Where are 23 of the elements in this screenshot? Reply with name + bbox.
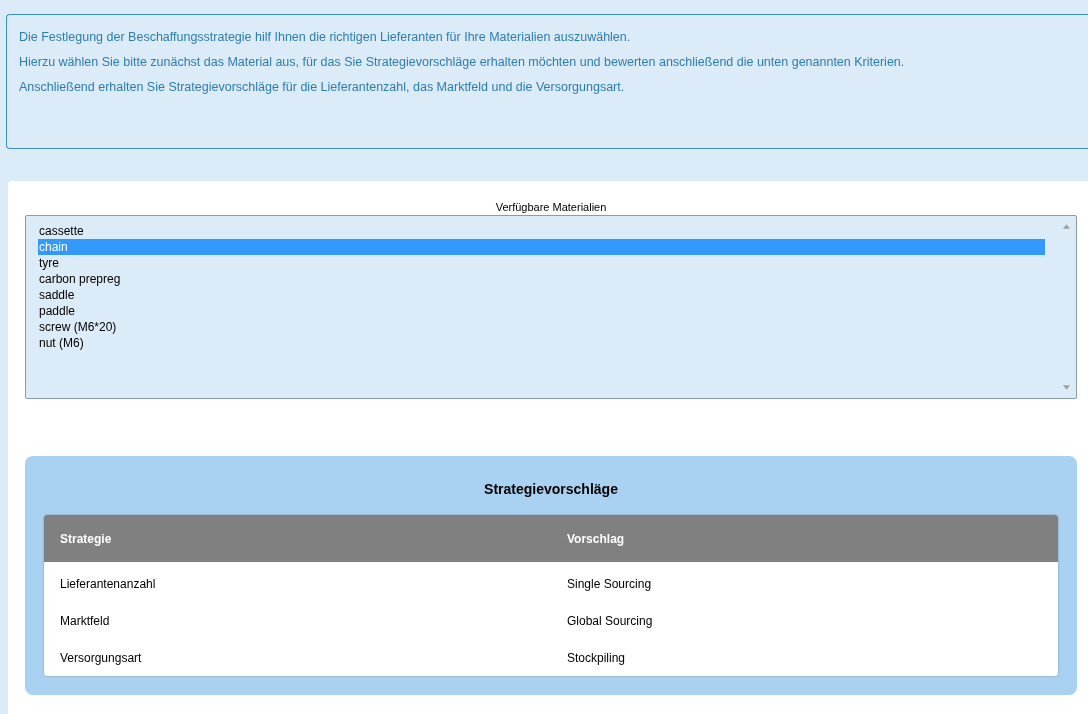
info-text: Hierzu wählen Sie bitte zunächst das Material aus, für das Sie Strategievorschläge erhalten möchten und bewerten anschließend die unten genannten Kriterien. <box>19 55 906 69</box>
table-cell-text: Marktfeld <box>59 613 111 628</box>
scroll-up-icon[interactable] <box>1063 224 1070 229</box>
list-item[interactable]: carbon prepreg <box>38 271 1045 287</box>
table-cell-text: Lieferantenanzahl <box>59 576 157 591</box>
list-item[interactable]: nut (M6) <box>38 335 1045 351</box>
list-item[interactable]: saddle <box>38 287 1045 303</box>
column-header: Vorschlag <box>566 531 626 546</box>
materials-listbox[interactable]: cassette chain tyre carbon prepreg saddle paddle screw (M6*20) nut (M6) <box>25 215 1077 399</box>
table-cell-text: Single Sourcing <box>566 576 653 591</box>
info-text: Anschließend erhalten Sie Strategievorschläge für die Lieferantenzahl, das Marktfeld und die Versorgungsart. <box>19 80 626 94</box>
list-item[interactable]: tyre <box>38 255 1045 271</box>
table-cell-text: Global Sourcing <box>566 613 654 628</box>
scroll-down-icon[interactable] <box>1063 385 1070 390</box>
table-cell-text: Versorgungsart <box>59 650 143 665</box>
list-item[interactable]: cassette <box>38 223 1045 239</box>
info-text: Die Festlegung der Beschaffungsstrategie hilf Ihnen die richtigen Lieferanten für Ihre Materialien auszuwählen. <box>19 30 632 44</box>
strategy-title: Strategievorschläge <box>483 481 619 497</box>
list-item[interactable]: paddle <box>38 303 1045 319</box>
listbox-label: Verfügbare Materialien <box>494 200 608 214</box>
list-item[interactable]: screw (M6*20) <box>38 319 1045 335</box>
column-header: Strategie <box>59 531 113 546</box>
table-cell-text: Stockpiling <box>566 650 627 665</box>
